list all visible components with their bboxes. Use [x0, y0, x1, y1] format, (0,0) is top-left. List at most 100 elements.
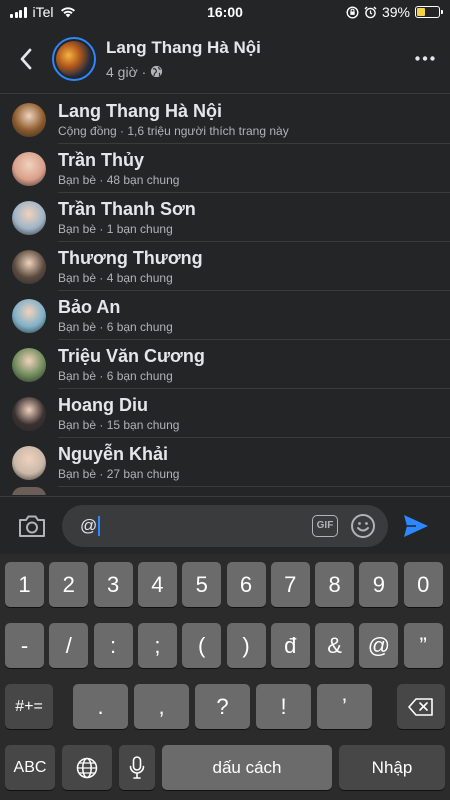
gif-button[interactable]: GIF [312, 514, 338, 537]
mention-name: Lang Thang Hà Nội [58, 100, 222, 121]
mention-meta: Bạn bè · 4 bạn chung [58, 270, 173, 285]
backspace-key[interactable] [397, 684, 445, 729]
mention-suggestion-item[interactable]: Bảo An Bạn bè · 6 bạn chung [0, 291, 450, 340]
emoji-icon[interactable] [350, 513, 376, 539]
key-row1-7[interactable]: 8 [315, 562, 355, 607]
mention-name: Triệu Văn Cương [58, 345, 205, 366]
rotation-lock-icon [346, 5, 359, 19]
key-row1-4[interactable]: 5 [182, 562, 222, 607]
key-row2-3[interactable]: ; [137, 623, 177, 668]
key-row1-2[interactable]: 3 [93, 562, 133, 607]
key-row1-3[interactable]: 4 [137, 562, 177, 607]
key-row2-4[interactable]: ( [182, 623, 222, 668]
page-title[interactable]: Lang Thang Hà Nội [106, 38, 400, 58]
wifi-icon [60, 7, 75, 18]
carrier-label: iTel [32, 4, 54, 20]
mention-suggestion-item[interactable]: Thương Thương Bạn bè · 4 bạn chung [0, 242, 450, 291]
keyboard-row-punctuation: #+= .,?!’ [0, 684, 450, 729]
globe-icon [151, 65, 163, 78]
key-row3-3[interactable]: ! [256, 684, 311, 729]
keyboard-row-bottom: ABC dấu cách Nhập [0, 745, 450, 790]
text-caret [98, 515, 101, 536]
comment-composer: @ GIF [0, 496, 450, 554]
space-key[interactable]: dấu cách [162, 745, 332, 790]
key-row3-4[interactable]: ’ [317, 684, 372, 729]
mention-name: Thương Thương [58, 247, 203, 268]
mention-suggestion-item[interactable]: Triệu Văn Cương Bạn bè · 6 bạn chung [0, 340, 450, 389]
key-row1-1[interactable]: 2 [49, 562, 89, 607]
comment-input-text: @ [80, 515, 98, 535]
mention-meta: Bạn bè · 48 bạn chung [58, 172, 180, 187]
more-icon [415, 56, 435, 61]
mention-suggestion-item[interactable]: Hoang Diu Bạn bè · 15 bạn chung [0, 389, 450, 438]
signal-icon [10, 6, 27, 18]
mention-name: Bảo An [58, 296, 121, 317]
comment-mention-screen: iTel 16:00 39% Lang Thang Hà Nội 4 giờ ·… [0, 0, 450, 800]
key-row1-8[interactable]: 9 [359, 562, 399, 607]
avatar [12, 151, 46, 186]
post-time: 4 giờ · [106, 63, 147, 80]
alarm-icon [364, 6, 377, 18]
mention-meta: Bạn bè · 1 bạn chung [58, 221, 173, 236]
avatar [12, 249, 46, 284]
status-bar: iTel 16:00 39% [0, 0, 450, 24]
keyboard-row-digits: 1234567890 [0, 562, 450, 607]
mention-suggestion-item[interactable]: Lang Thang Hà Nội Cộng đồng · 1,6 triệu n… [0, 95, 450, 144]
key-row1-9[interactable]: 0 [403, 562, 443, 607]
post-header: Lang Thang Hà Nội 4 giờ · [0, 24, 450, 94]
keyboard-row-symbols: - /:;() đ & @” [0, 623, 450, 668]
key-row2-2[interactable]: : [93, 623, 133, 668]
avatar [12, 347, 46, 382]
key-row2-5[interactable]: ) [226, 623, 266, 668]
mention-name: Trần Thủy [58, 149, 145, 170]
mention-meta: Bạn bè · 6 bạn chung [58, 319, 173, 334]
camera-button[interactable] [12, 506, 52, 546]
avatar [12, 102, 46, 137]
partially-visible-item [0, 487, 450, 495]
mention-suggestion-item[interactable]: Nguyễn Khải Bạn bè · 27 bạn chung [0, 438, 450, 487]
back-button[interactable] [0, 29, 52, 89]
battery-icon [415, 6, 443, 18]
key-row2-0[interactable]: - [5, 623, 44, 668]
chevron-left-icon [20, 48, 32, 69]
page-avatar[interactable] [52, 36, 96, 81]
camera-icon [19, 515, 45, 537]
backspace-icon [408, 697, 433, 716]
keyboard: 1234567890 -/:;()đ&@” #+= .,?!’ ABC [0, 554, 450, 800]
enter-key[interactable]: Nhập [339, 745, 445, 790]
mention-meta: Cộng đồng · 1,6 triệu người thích trang … [58, 123, 289, 138]
key-row2-9[interactable]: ” [403, 623, 443, 668]
mention-suggestion-item[interactable]: Trần Thủy Bạn bè · 48 bạn chung [0, 144, 450, 193]
dictation-key[interactable] [119, 745, 155, 790]
key-row1-6[interactable]: 7 [270, 562, 310, 607]
language-key[interactable] [62, 745, 112, 790]
mention-suggestion-item[interactable]: Trần Thanh Sơn Bạn bè · 1 bạn chung [0, 193, 450, 242]
mention-name: Trần Thanh Sơn [58, 198, 196, 219]
abc-key[interactable]: ABC [5, 745, 55, 790]
mention-suggestion-list: Lang Thang Hà Nội Cộng đồng · 1,6 triệu n… [0, 95, 450, 495]
avatar [12, 445, 46, 480]
mention-meta: Bạn bè · 15 bạn chung [58, 417, 180, 432]
key-row1-0[interactable]: 1 [5, 562, 44, 607]
key-row2-6[interactable]: đ [270, 623, 310, 668]
mention-name: Nguyễn Khải [58, 443, 169, 464]
key-row2-1[interactable]: / [49, 623, 89, 668]
avatar [12, 396, 46, 431]
key-row3-1[interactable]: , [134, 684, 189, 729]
avatar [12, 200, 46, 235]
avatar [12, 298, 46, 333]
key-row2-8[interactable]: @ [359, 623, 399, 668]
mention-meta: Bạn bè · 6 bạn chung [58, 368, 173, 383]
key-row3-0[interactable]: . [73, 684, 128, 729]
more-symbols-key[interactable]: #+= [5, 684, 53, 729]
comment-input[interactable]: @ GIF [62, 504, 388, 547]
key-row3-2[interactable]: ? [195, 684, 250, 729]
mention-name: Hoang Diu [58, 394, 148, 415]
globe-icon [76, 757, 98, 778]
battery-percent: 39% [381, 4, 410, 20]
mention-meta: Bạn bè · 27 bạn chung [58, 466, 180, 481]
key-row2-7[interactable]: & [315, 623, 355, 668]
more-options-button[interactable] [400, 34, 450, 84]
send-button[interactable] [394, 504, 438, 548]
key-row1-5[interactable]: 6 [226, 562, 266, 607]
